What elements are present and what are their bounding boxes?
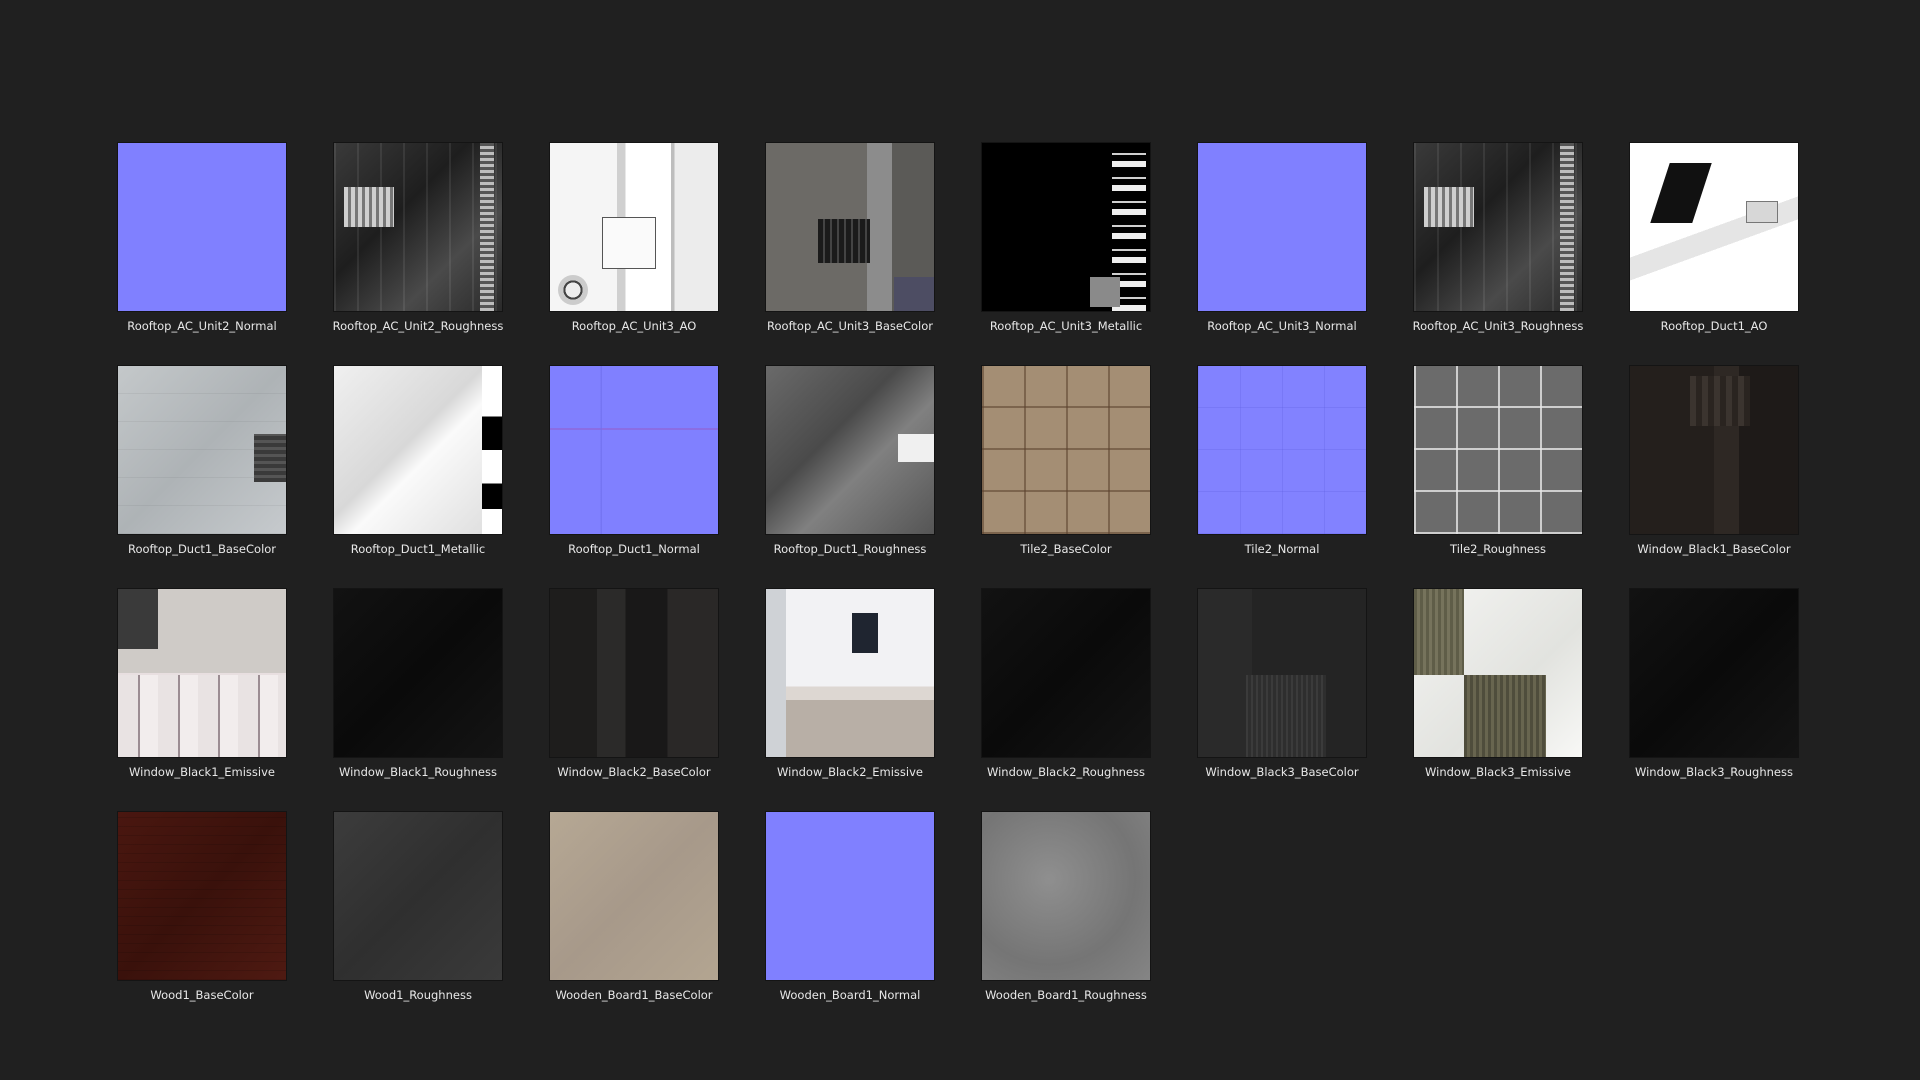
texture-file-item[interactable]: Window_Black2_BaseColor [550,589,718,779]
texture-file-item[interactable]: Window_Black2_Roughness [982,589,1150,779]
texture-file-name: Wood1_BaseColor [150,988,254,1002]
texture-file-item[interactable]: Wooden_Board1_BaseColor [550,812,718,1002]
texture-thumbnail[interactable] [550,812,718,980]
texture-file-item[interactable]: Rooftop_Duct1_Metallic [334,366,502,556]
texture-file-item[interactable]: Rooftop_AC_Unit2_Roughness [332,143,504,333]
texture-file-item[interactable]: Rooftop_AC_Unit3_BaseColor [766,143,934,333]
texture-file-item[interactable]: Tile2_Normal [1198,366,1366,556]
texture-file-name: Wood1_Roughness [364,988,472,1002]
texture-file-name: Wooden_Board1_BaseColor [555,988,713,1002]
texture-file-name: Window_Black2_BaseColor [557,765,711,779]
texture-file-name: Window_Black1_Emissive [129,765,275,779]
texture-file-item[interactable]: Rooftop_Duct1_Roughness [766,366,934,556]
texture-file-name: Window_Black1_BaseColor [1637,542,1791,556]
texture-file-name: Rooftop_Duct1_Normal [568,542,700,556]
texture-file-name: Tile2_BaseColor [1020,542,1112,556]
texture-file-item[interactable]: Window_Black1_Roughness [334,589,502,779]
texture-thumbnail[interactable] [334,812,502,980]
texture-file-name: Window_Black2_Roughness [986,765,1145,779]
texture-file-name: Rooftop_Duct1_Roughness [773,542,927,556]
texture-file-name: Window_Black3_Roughness [1634,765,1793,779]
texture-thumbnail[interactable] [550,589,718,757]
texture-file-name: Wooden_Board1_Roughness [985,988,1147,1002]
texture-thumbnail[interactable] [1414,589,1582,757]
texture-file-item[interactable]: Wooden_Board1_Roughness [982,812,1150,1002]
texture-thumbnail[interactable] [982,143,1150,311]
texture-file-item[interactable]: Wood1_BaseColor [118,812,286,1002]
texture-file-name: Rooftop_AC_Unit2_Normal [127,319,277,333]
texture-file-name: Wooden_Board1_Normal [779,988,921,1002]
texture-file-item[interactable]: Rooftop_Duct1_BaseColor [118,366,286,556]
texture-thumbnail[interactable] [1414,143,1582,311]
texture-file-item[interactable]: Tile2_Roughness [1414,366,1582,556]
texture-file-name: Tile2_Roughness [1450,542,1546,556]
texture-file-item[interactable]: Rooftop_AC_Unit3_Normal [1198,143,1366,333]
texture-thumbnail[interactable] [766,589,934,757]
texture-file-name: Rooftop_AC_Unit3_BaseColor [767,319,933,333]
texture-file-item[interactable]: Window_Black3_Roughness [1630,589,1798,779]
texture-thumbnail[interactable] [118,366,286,534]
texture-file-name: Rooftop_Duct1_BaseColor [127,542,277,556]
texture-file-name: Window_Black3_Emissive [1425,765,1571,779]
texture-file-item[interactable]: Window_Black3_BaseColor [1198,589,1366,779]
texture-file-item[interactable]: Rooftop_AC_Unit3_AO [550,143,718,333]
texture-thumbnail[interactable] [766,366,934,534]
texture-thumbnail[interactable] [982,812,1150,980]
texture-thumbnail[interactable] [1630,366,1798,534]
texture-file-name: Rooftop_AC_Unit3_Roughness [1412,319,1584,333]
texture-thumbnail[interactable] [550,143,718,311]
texture-thumbnail[interactable] [1414,366,1582,534]
texture-file-name: Window_Black3_BaseColor [1205,765,1359,779]
texture-file-item[interactable]: Wood1_Roughness [334,812,502,1002]
texture-thumbnail[interactable] [1198,143,1366,311]
texture-thumbnail[interactable] [1198,366,1366,534]
texture-thumbnail[interactable] [118,589,286,757]
texture-thumbnail[interactable] [982,366,1150,534]
texture-file-item[interactable]: Rooftop_AC_Unit3_Metallic [982,143,1150,333]
texture-thumbnail[interactable] [982,589,1150,757]
texture-file-item[interactable]: Rooftop_AC_Unit3_Roughness [1412,143,1584,333]
texture-thumbnail[interactable] [550,366,718,534]
texture-file-name: Tile2_Normal [1244,542,1320,556]
texture-thumbnail[interactable] [1630,589,1798,757]
texture-thumbnail[interactable] [118,143,286,311]
texture-file-name: Rooftop_Duct1_Metallic [350,542,486,556]
texture-file-item[interactable]: Wooden_Board1_Normal [766,812,934,1002]
texture-file-item[interactable]: Rooftop_Duct1_Normal [550,366,718,556]
texture-file-name: Rooftop_AC_Unit3_Metallic [989,319,1143,333]
texture-file-item[interactable]: Window_Black1_BaseColor [1630,366,1798,556]
texture-thumbnail[interactable] [766,812,934,980]
texture-thumbnail[interactable] [766,143,934,311]
texture-file-name: Rooftop_Duct1_AO [1660,319,1768,333]
texture-thumbnail[interactable] [118,812,286,980]
texture-file-name: Window_Black1_Roughness [338,765,497,779]
texture-thumbnail[interactable] [334,143,502,311]
texture-file-item[interactable]: Window_Black1_Emissive [118,589,286,779]
texture-file-name: Rooftop_AC_Unit3_AO [571,319,697,333]
texture-file-item[interactable]: Window_Black2_Emissive [766,589,934,779]
texture-thumbnail[interactable] [1630,143,1798,311]
texture-thumbnail-grid: Rooftop_AC_Unit2_Normal Rooftop_AC_Unit2_… [118,143,1818,1002]
texture-file-item[interactable]: Rooftop_Duct1_AO [1630,143,1798,333]
texture-thumbnail[interactable] [334,366,502,534]
texture-file-name: Window_Black2_Emissive [777,765,923,779]
texture-thumbnail[interactable] [1198,589,1366,757]
texture-file-name: Rooftop_AC_Unit2_Roughness [332,319,504,333]
texture-file-item[interactable]: Window_Black3_Emissive [1414,589,1582,779]
texture-file-item[interactable]: Tile2_BaseColor [982,366,1150,556]
texture-thumbnail[interactable] [334,589,502,757]
texture-file-name: Rooftop_AC_Unit3_Normal [1207,319,1357,333]
texture-file-item[interactable]: Rooftop_AC_Unit2_Normal [118,143,286,333]
